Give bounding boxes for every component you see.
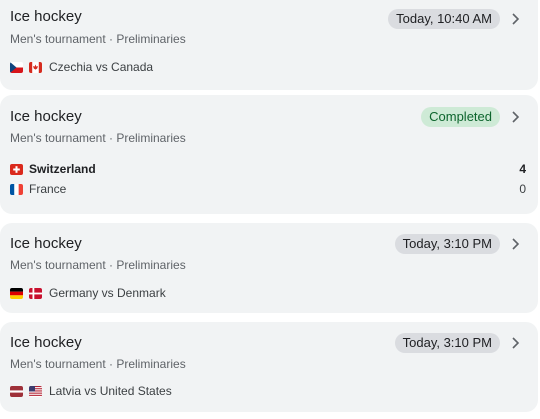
team-score: 0	[519, 182, 526, 196]
chevron-right-icon[interactable]	[508, 12, 522, 26]
status-badge: Today, 3:10 PM	[394, 234, 500, 254]
team-row: Switzerland 4	[10, 161, 526, 177]
matchup-text: Czechia vs Canada	[49, 60, 154, 74]
status-badge: Today, 3:10 PM	[394, 333, 500, 353]
game-card[interactable]: Ice hockey Men's tournament · Preliminar…	[0, 0, 538, 90]
usa-flag-icon	[29, 385, 42, 397]
tournament-subtitle: Men's tournament · Preliminaries	[10, 357, 186, 371]
status-badge: Today, 10:40 AM	[388, 9, 500, 29]
tournament-subtitle: Men's tournament · Preliminaries	[10, 32, 186, 46]
game-card[interactable]: Ice hockey Men's tournament · Preliminar…	[0, 223, 538, 313]
france-flag-icon	[10, 183, 23, 195]
canada-flag-icon	[29, 61, 42, 73]
sport-title: Ice hockey	[10, 8, 82, 25]
tournament-subtitle: Men's tournament · Preliminaries	[10, 131, 186, 145]
sport-title: Ice hockey	[10, 334, 82, 351]
matchup-line: Germany vs Denmark	[10, 285, 526, 301]
chevron-right-icon[interactable]	[508, 110, 522, 124]
matchup-line: Czechia vs Canada	[10, 59, 526, 75]
team-name: France	[29, 182, 67, 196]
team-name: Switzerland	[29, 162, 96, 176]
chevron-right-icon[interactable]	[508, 336, 522, 350]
sport-title: Ice hockey	[10, 235, 82, 252]
latvia-flag-icon	[10, 385, 23, 397]
game-card[interactable]: Ice hockey Men's tournament · Preliminar…	[0, 95, 538, 214]
matchup-text: Latvia vs United States	[49, 384, 172, 398]
czechia-flag-icon	[10, 61, 23, 73]
germany-flag-icon	[10, 287, 23, 299]
switzerland-flag-icon	[10, 163, 23, 175]
game-card[interactable]: Ice hockey Men's tournament · Preliminar…	[0, 322, 538, 412]
sport-title: Ice hockey	[10, 108, 82, 125]
team-row: France 0	[10, 181, 526, 197]
team-score: 4	[519, 162, 526, 176]
matchup-line: Latvia vs United States	[10, 383, 526, 399]
status-badge: Completed	[421, 107, 500, 127]
matchup-text: Germany vs Denmark	[49, 286, 166, 300]
tournament-subtitle: Men's tournament · Preliminaries	[10, 258, 186, 272]
chevron-right-icon[interactable]	[508, 237, 522, 251]
denmark-flag-icon	[29, 287, 42, 299]
